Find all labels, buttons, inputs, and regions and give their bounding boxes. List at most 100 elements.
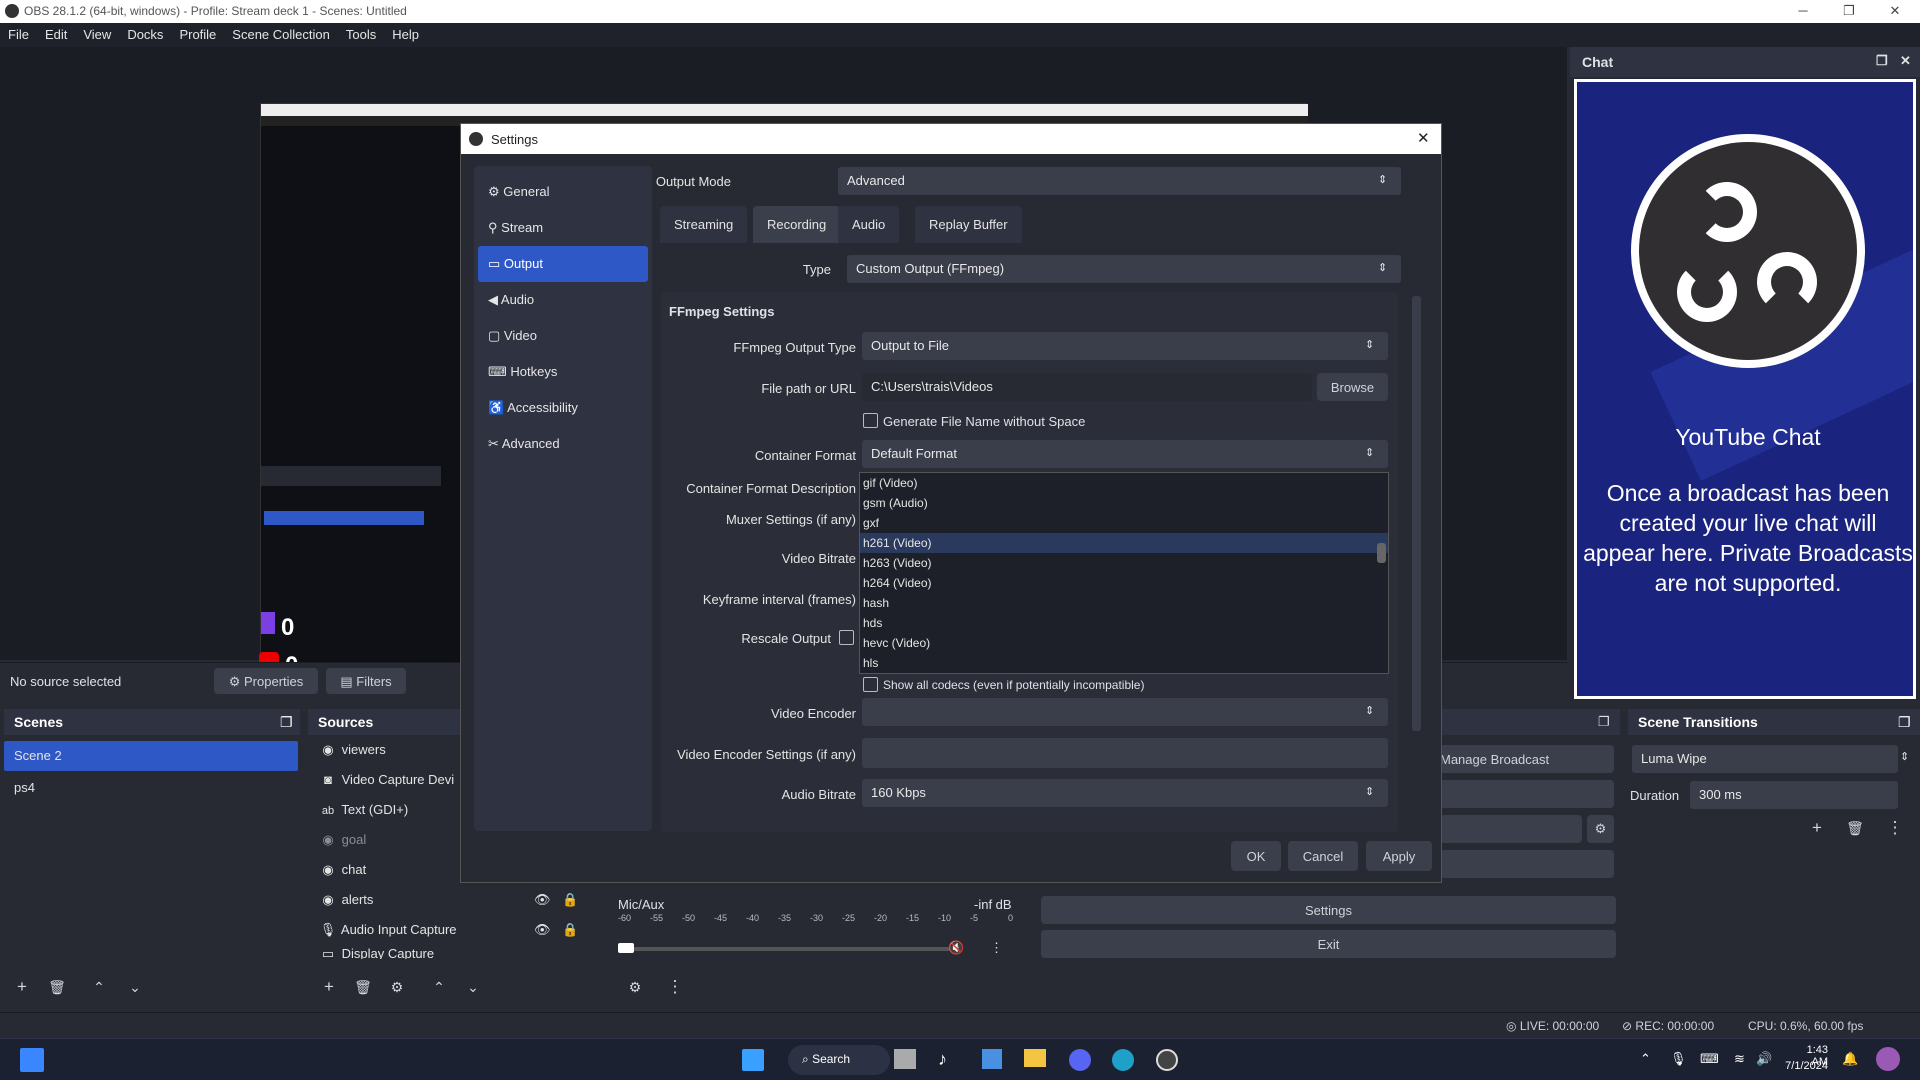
undock-icon[interactable]: ❐ xyxy=(1898,714,1911,731)
tab-replay-buffer[interactable]: Replay Buffer xyxy=(915,206,1022,243)
source-item[interactable]: ▭ Display Capture xyxy=(308,945,608,959)
gen-name-checkbox[interactable] xyxy=(863,413,878,428)
trash-icon[interactable]: 🗑 xyxy=(44,974,70,1000)
ok-button[interactable]: OK xyxy=(1231,841,1281,871)
container-format-list[interactable]: gif (Video) gsm (Audio) gxf h261 (Video)… xyxy=(859,472,1389,674)
container-select[interactable]: Default Format ⇕ xyxy=(862,440,1388,468)
lock-icon[interactable]: 🔒 xyxy=(562,922,578,938)
tiktok-icon[interactable]: ♪ xyxy=(938,1049,947,1070)
eye-icon[interactable]: 👁 xyxy=(534,892,551,908)
add-icon[interactable]: + xyxy=(1804,815,1830,841)
minimize-button[interactable]: ─ xyxy=(1780,0,1826,23)
format-option[interactable]: hash xyxy=(860,593,1388,613)
ffmpeg-type-select[interactable]: Output to File ⇕ xyxy=(862,332,1388,360)
clock-date[interactable]: 7/1/2024 xyxy=(1780,1060,1828,1072)
edge-icon[interactable] xyxy=(1112,1049,1134,1071)
format-option[interactable]: hds xyxy=(860,613,1388,633)
nav-audio[interactable]: ◀ Audio xyxy=(478,282,648,318)
show-all-codecs-checkbox[interactable] xyxy=(863,677,878,692)
volume-slider-handle[interactable] xyxy=(618,943,634,953)
source-item[interactable]: 🎙 Audio Input Capture 👁 🔒 xyxy=(308,915,608,945)
tab-recording[interactable]: Recording xyxy=(753,206,841,243)
menu-file[interactable]: File xyxy=(0,23,37,46)
menu-view[interactable]: View xyxy=(75,23,119,46)
widgets-icon[interactable] xyxy=(20,1048,44,1072)
up-icon[interactable]: ⌃ xyxy=(426,974,452,1000)
windows-start-icon[interactable] xyxy=(742,1049,764,1071)
menu-edit[interactable]: Edit xyxy=(37,23,75,46)
filters-button[interactable]: ▤ Filters xyxy=(326,668,406,694)
gear-icon[interactable]: ⚙ xyxy=(384,974,410,1000)
transition-select[interactable]: Luma Wipe xyxy=(1632,745,1898,773)
volume-slider[interactable] xyxy=(618,947,958,951)
tab-audio[interactable]: Audio xyxy=(838,206,900,243)
menu-profile[interactable]: Profile xyxy=(171,23,224,46)
menu-dots-icon[interactable]: ⋮ xyxy=(990,940,1003,956)
cancel-button[interactable]: Cancel xyxy=(1288,841,1358,871)
menu-dots-icon[interactable]: ⋮ xyxy=(1882,815,1908,841)
keyboard-icon[interactable]: ⌨ xyxy=(1700,1051,1719,1067)
duration-input[interactable]: 300 ms xyxy=(1690,781,1898,809)
virtual-camera-button[interactable] xyxy=(1440,850,1614,878)
venc-settings-input[interactable] xyxy=(862,738,1388,768)
menu-scene-collection[interactable]: Scene Collection xyxy=(224,23,338,46)
manage-broadcast-button[interactable]: Manage Broadcast xyxy=(1440,745,1614,773)
format-option[interactable]: gif (Video) xyxy=(860,473,1388,493)
folder-icon[interactable] xyxy=(1024,1049,1046,1067)
tab-streaming[interactable]: Streaming xyxy=(660,206,748,243)
source-item[interactable]: ◉ alerts 👁 🔒 xyxy=(308,885,608,915)
undock-icon[interactable]: ❐ xyxy=(280,714,293,731)
down-icon[interactable]: ⌄ xyxy=(122,974,148,1000)
close-icon[interactable]: ✕ xyxy=(1417,129,1430,147)
task-view-icon[interactable] xyxy=(894,1049,916,1069)
down-icon[interactable]: ⌄ xyxy=(460,974,486,1000)
taskbar-search[interactable]: ⌕ Search xyxy=(788,1045,890,1075)
undock-icon[interactable]: ❐ xyxy=(1598,714,1610,730)
close-button[interactable]: ✕ xyxy=(1872,0,1918,23)
menu-dots-icon[interactable]: ⋮ xyxy=(662,974,688,1000)
nav-advanced[interactable]: ✂ Advanced xyxy=(478,426,648,462)
format-option-highlighted[interactable]: h261 (Video) xyxy=(860,533,1388,553)
settings-button[interactable]: Settings xyxy=(1041,896,1616,924)
output-mode-select[interactable]: Advanced ⇕ xyxy=(838,167,1401,195)
vencoder-select[interactable]: ⇕ xyxy=(862,698,1388,726)
format-option[interactable]: gxf xyxy=(860,513,1388,533)
mic-icon[interactable]: 🎙 xyxy=(1670,1051,1687,1067)
nav-stream[interactable]: ⚲ Stream xyxy=(478,210,648,246)
format-option[interactable]: h263 (Video) xyxy=(860,553,1388,573)
chevron-up-icon[interactable]: ⌃ xyxy=(1640,1051,1651,1067)
nav-video[interactable]: ▢ Video xyxy=(478,318,648,354)
trash-icon[interactable]: 🗑 xyxy=(1842,815,1868,841)
chevron-updown-icon[interactable]: ⇕ xyxy=(1900,750,1909,763)
scene-item[interactable]: Scene 2 xyxy=(4,741,298,771)
add-icon[interactable]: + xyxy=(316,974,342,1000)
store-icon[interactable] xyxy=(982,1049,1002,1069)
discord-icon[interactable] xyxy=(1069,1049,1091,1071)
trash-icon[interactable]: 🗑 xyxy=(350,974,376,1000)
nav-accessibility[interactable]: ♿ Accessibility xyxy=(478,390,648,426)
menu-tools[interactable]: Tools xyxy=(338,23,384,46)
mute-icon[interactable]: 🔇 xyxy=(948,940,964,956)
start-recording-button[interactable] xyxy=(1440,815,1582,843)
settings-scrollbar[interactable] xyxy=(1412,296,1421,731)
menu-docks[interactable]: Docks xyxy=(119,23,171,46)
lock-icon[interactable]: 🔒 xyxy=(562,892,578,908)
bell-icon[interactable]: 🔔 xyxy=(1842,1051,1858,1067)
add-icon[interactable]: + xyxy=(9,974,35,1000)
format-option[interactable]: hevc (Video) xyxy=(860,633,1388,653)
gear-icon[interactable]: ⚙ xyxy=(622,974,648,1000)
nav-hotkeys[interactable]: ⌨ Hotkeys xyxy=(478,354,648,390)
eye-icon[interactable]: 👁 xyxy=(534,922,551,938)
format-option[interactable]: h264 (Video) xyxy=(860,573,1388,593)
audio-track-checkboxes[interactable] xyxy=(861,819,1081,831)
close-icon[interactable]: ✕ xyxy=(1900,53,1911,69)
undock-icon[interactable]: ❐ xyxy=(1876,53,1888,69)
apply-button[interactable]: Apply xyxy=(1366,841,1432,871)
wifi-icon[interactable]: ≋ xyxy=(1734,1051,1745,1067)
start-streaming-button[interactable] xyxy=(1440,780,1614,808)
copilot-icon[interactable] xyxy=(1876,1047,1900,1071)
type-select[interactable]: Custom Output (FFmpeg) ⇕ xyxy=(847,255,1401,283)
scene-item[interactable]: ps4 xyxy=(4,773,300,803)
browse-button[interactable]: Browse xyxy=(1317,373,1388,401)
exit-button[interactable]: Exit xyxy=(1041,930,1616,958)
